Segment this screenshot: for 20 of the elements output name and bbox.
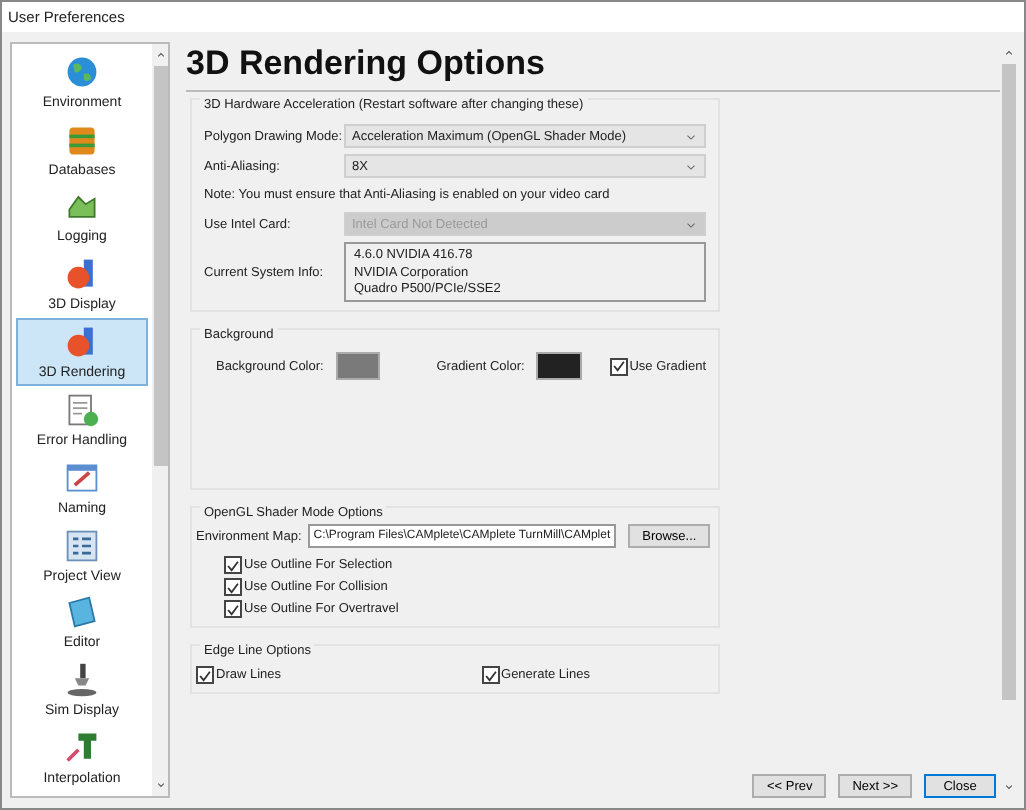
globe-icon bbox=[64, 53, 100, 90]
color-swatch[interactable] bbox=[335, 352, 381, 380]
tool-icon bbox=[64, 729, 100, 766]
database-icon bbox=[64, 121, 100, 158]
document-icon bbox=[64, 391, 100, 428]
machine-icon bbox=[64, 662, 100, 699]
scroll-down-icon bbox=[153, 778, 167, 792]
scroll-thumb[interactable] bbox=[153, 66, 167, 466]
color-swatch[interactable] bbox=[536, 352, 582, 380]
checkmark-icon bbox=[198, 667, 212, 683]
scrollbar[interactable] bbox=[152, 44, 168, 796]
scroll-down-icon bbox=[1001, 780, 1015, 794]
scroll-up-icon bbox=[153, 48, 167, 62]
page-title: 3D Rendering Options bbox=[186, 42, 547, 86]
scroll-up-icon bbox=[1001, 46, 1015, 60]
checkmark-icon bbox=[611, 358, 626, 374]
window-icon bbox=[64, 459, 100, 496]
list-icon bbox=[64, 527, 100, 563]
checkmark-icon bbox=[483, 667, 498, 683]
scroll-thumb[interactable] bbox=[1001, 64, 1015, 700]
